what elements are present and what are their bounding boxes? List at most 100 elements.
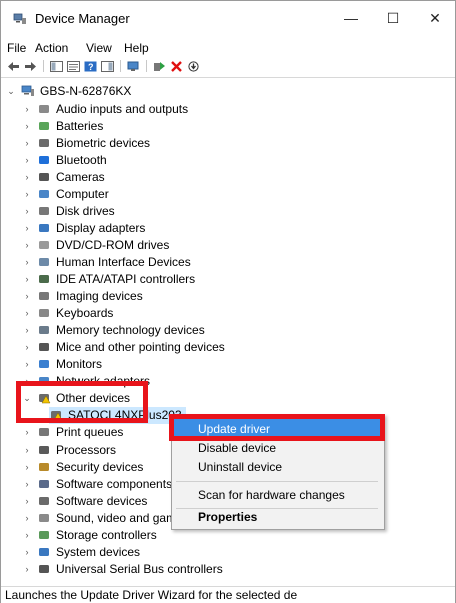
chevron-right-icon[interactable]: › bbox=[23, 240, 31, 250]
tree-category-item[interactable]: › Audio inputs and outputs bbox=[23, 100, 189, 117]
chevron-right-icon[interactable]: › bbox=[23, 291, 31, 301]
chevron-right-icon[interactable]: › bbox=[23, 274, 31, 284]
speaker-icon bbox=[39, 104, 49, 113]
tree-category-item[interactable]: › Processors bbox=[23, 441, 117, 458]
tree-category-item[interactable]: › Print queues bbox=[23, 424, 124, 441]
sound-icon bbox=[39, 513, 49, 522]
title-bar: Device Manager — ☐ ✕ bbox=[1, 1, 455, 35]
disable-device-icon[interactable] bbox=[187, 60, 200, 72]
tree-category-item[interactable]: › Software components bbox=[23, 475, 173, 492]
chevron-right-icon[interactable]: › bbox=[23, 359, 31, 369]
tree-item-label: Universal Serial Bus controllers bbox=[56, 561, 223, 576]
show-hide-console-tree-icon[interactable] bbox=[50, 60, 63, 72]
chevron-right-icon[interactable]: › bbox=[23, 376, 31, 386]
tree-category-item[interactable]: › DVD/CD-ROM drives bbox=[23, 236, 170, 253]
tree-category-item[interactable]: › Bluetooth bbox=[23, 151, 107, 168]
properties-menu-item[interactable]: Properties bbox=[172, 507, 382, 527]
chevron-down-icon[interactable]: ⌄ bbox=[7, 86, 15, 96]
tree-device-item[interactable]: SATOCL4NXPlus203 bbox=[49, 406, 186, 424]
maximize-button[interactable]: ☐ bbox=[373, 5, 413, 31]
back-arrow-icon[interactable] bbox=[7, 61, 20, 72]
chevron-right-icon[interactable]: › bbox=[23, 104, 31, 114]
tree-category-item[interactable]: › Software devices bbox=[23, 492, 148, 509]
chevron-right-icon[interactable]: › bbox=[23, 462, 31, 472]
action-pane-icon[interactable] bbox=[101, 60, 114, 72]
chevron-right-icon[interactable]: › bbox=[23, 308, 31, 318]
menu-file[interactable]: File bbox=[7, 41, 26, 55]
scan-hardware-icon[interactable] bbox=[127, 61, 140, 72]
tree-category-item[interactable]: › Security devices bbox=[23, 458, 144, 475]
tree-category-item[interactable]: › Disk drives bbox=[23, 202, 115, 219]
tree-item-label: Security devices bbox=[56, 459, 144, 474]
tree-category-item[interactable]: › Human Interface Devices bbox=[23, 253, 191, 270]
uninstall-icon[interactable] bbox=[170, 60, 183, 72]
chevron-right-icon[interactable]: › bbox=[23, 172, 31, 182]
chevron-right-icon[interactable]: › bbox=[23, 427, 31, 437]
chevron-right-icon[interactable]: › bbox=[23, 496, 31, 506]
update-driver-menu-item[interactable]: Update driver bbox=[172, 419, 382, 439]
tree-category-item[interactable]: ⌄ Other devices bbox=[23, 390, 130, 407]
chevron-right-icon[interactable]: › bbox=[23, 155, 31, 165]
chevron-right-icon[interactable]: › bbox=[23, 223, 31, 233]
keyboard-icon bbox=[39, 309, 49, 318]
minimize-button[interactable]: — bbox=[331, 5, 371, 31]
update-driver-icon[interactable] bbox=[153, 61, 166, 72]
tree-item-label: Imaging devices bbox=[56, 289, 143, 304]
bluetooth-icon bbox=[39, 155, 49, 164]
tree-item-label: Bluetooth bbox=[56, 152, 107, 167]
chevron-right-icon[interactable]: › bbox=[23, 479, 31, 489]
tree-category-item[interactable]: › Mice and other pointing devices bbox=[23, 339, 225, 356]
tree-category-item[interactable]: › Storage controllers bbox=[23, 526, 157, 543]
tree-category-item[interactable]: › Computer bbox=[23, 185, 109, 202]
tree-category-item[interactable]: › System devices bbox=[23, 543, 141, 560]
window-title: Device Manager bbox=[35, 11, 130, 26]
tree-item-label: Biometric devices bbox=[56, 135, 151, 150]
tree-category-item[interactable]: › IDE ATA/ATAPI controllers bbox=[23, 271, 196, 288]
menu-action[interactable]: Action bbox=[35, 41, 68, 55]
menu-bar: File Action View Help bbox=[1, 39, 455, 57]
tree-category-item[interactable]: › Cameras bbox=[23, 168, 105, 185]
chevron-right-icon[interactable]: › bbox=[23, 342, 31, 352]
menu-help[interactable]: Help bbox=[124, 41, 149, 55]
chevron-right-icon[interactable]: › bbox=[23, 513, 31, 523]
toolbar-separator bbox=[43, 60, 44, 72]
close-button[interactable]: ✕ bbox=[415, 5, 455, 31]
chevron-right-icon[interactable]: › bbox=[23, 257, 31, 267]
tree-category-item[interactable]: › Imaging devices bbox=[23, 288, 143, 305]
chevron-right-icon[interactable]: › bbox=[23, 445, 31, 455]
tree-item-label: Computer bbox=[56, 186, 109, 201]
status-text: Launches the Update Driver Wizard for th… bbox=[5, 588, 298, 602]
chevron-right-icon[interactable]: › bbox=[23, 189, 31, 199]
tree-category-item[interactable]: › Universal Serial Bus controllers bbox=[23, 560, 223, 577]
tree-category-item[interactable]: › Biometric devices bbox=[23, 134, 151, 151]
tree-category-item[interactable]: › Batteries bbox=[23, 117, 104, 134]
chevron-down-icon[interactable]: ⌄ bbox=[23, 393, 31, 403]
chevron-right-icon[interactable]: › bbox=[23, 121, 31, 131]
processor-icon bbox=[39, 445, 49, 454]
chevron-right-icon[interactable]: › bbox=[23, 206, 31, 216]
chevron-right-icon[interactable]: › bbox=[23, 547, 31, 557]
tree-item-label: Monitors bbox=[56, 357, 103, 372]
help-icon[interactable]: ? bbox=[84, 61, 97, 72]
tree-category-item[interactable]: › Memory technology devices bbox=[23, 322, 205, 339]
tree-category-item[interactable]: › Monitors bbox=[23, 356, 103, 373]
properties-icon[interactable] bbox=[67, 60, 80, 72]
tree-category-item[interactable]: › Display adapters bbox=[23, 219, 146, 236]
chevron-right-icon[interactable]: › bbox=[23, 138, 31, 148]
forward-arrow-icon[interactable] bbox=[24, 61, 37, 72]
chevron-right-icon[interactable]: › bbox=[23, 530, 31, 540]
mouse-icon bbox=[39, 343, 49, 352]
tree-item-label: Mice and other pointing devices bbox=[56, 340, 225, 355]
tree-root[interactable]: ⌄ GBS-N-62876KX bbox=[7, 82, 131, 99]
imaging-icon bbox=[39, 292, 49, 301]
menu-view[interactable]: View bbox=[86, 41, 112, 55]
uninstall-device-menu-item[interactable]: Uninstall device bbox=[172, 457, 382, 477]
disable-device-menu-item[interactable]: Disable device bbox=[172, 438, 382, 458]
chevron-right-icon[interactable]: › bbox=[23, 325, 31, 335]
security-icon bbox=[39, 462, 49, 471]
tree-category-item[interactable]: › Keyboards bbox=[23, 305, 114, 322]
scan-hardware-menu-item[interactable]: Scan for hardware changes bbox=[172, 485, 382, 505]
tree-category-item[interactable]: › Network adapters bbox=[23, 373, 151, 390]
software-component-icon bbox=[39, 479, 49, 488]
chevron-right-icon[interactable]: › bbox=[23, 564, 31, 574]
